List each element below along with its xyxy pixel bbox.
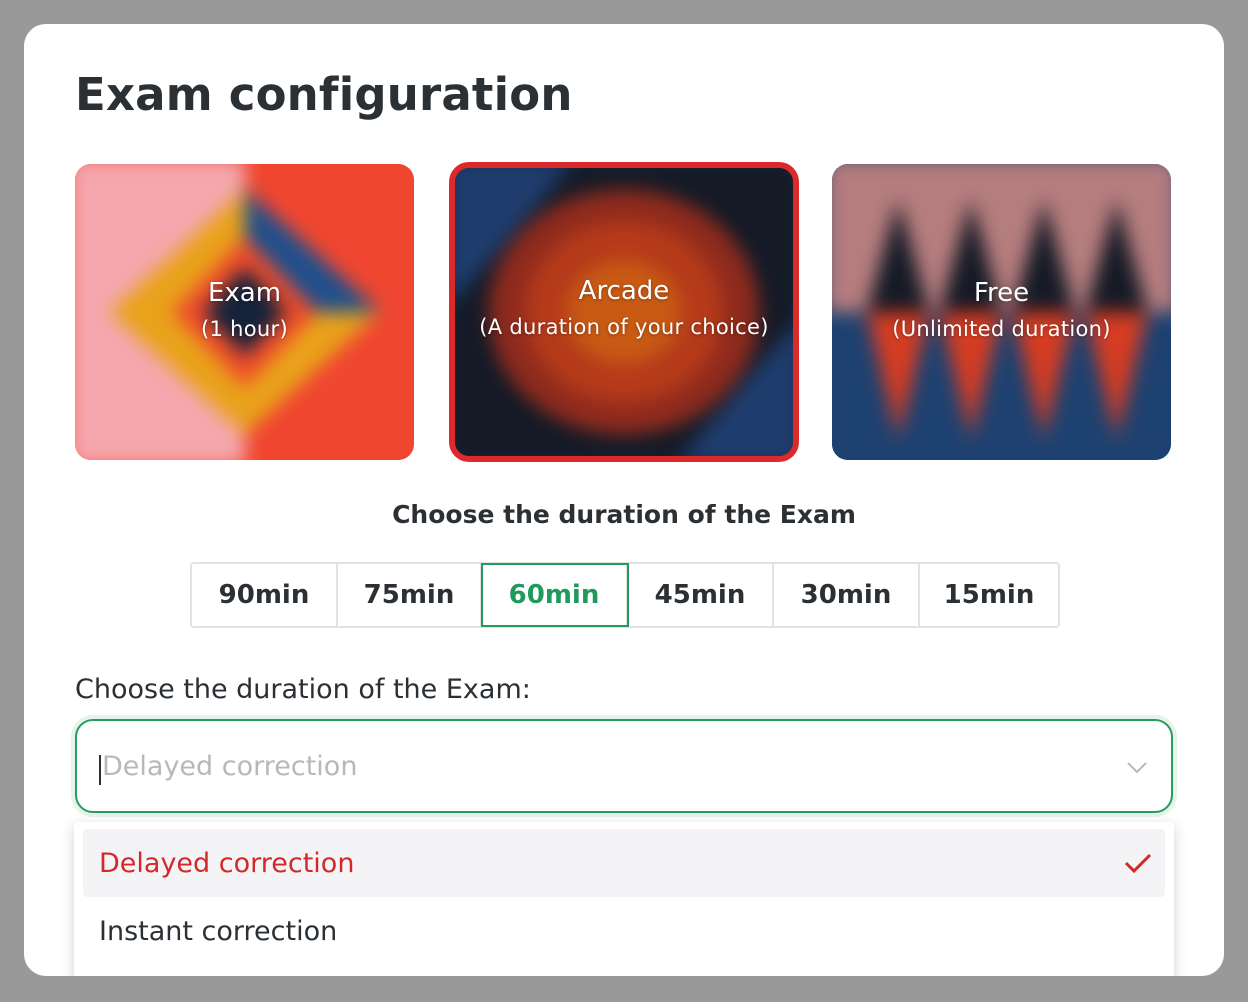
chevron-down-icon[interactable] [1125,755,1149,783]
check-icon [1123,851,1153,882]
mode-subtitle: (Unlimited duration) [892,317,1111,341]
mode-name: Free [973,278,1030,308]
correction-select-placeholder: Delayed correction [102,751,358,782]
duration-option-45min[interactable]: 45min [628,564,774,626]
duration-option-30min[interactable]: 30min [774,564,920,626]
mode-subtitle: (A duration of your choice) [479,315,769,339]
option-label: Delayed correction [99,847,355,879]
mode-name: Arcade [578,276,670,306]
duration-option-15min[interactable]: 15min [920,564,1058,626]
duration-option-75min[interactable]: 75min [338,564,482,626]
mode-card-free-text: Free (Unlimited duration) [832,276,1171,348]
mode-card-exam[interactable]: Exam (1 hour) [75,164,414,460]
text-cursor [99,755,101,785]
correction-select-label: Choose the duration of the Exam: [75,674,531,705]
duration-segmented-control: 90min 75min 60min 45min 30min 15min [190,562,1060,628]
mode-subtitle: (1 hour) [201,317,288,341]
duration-option-60min[interactable]: 60min [481,563,629,627]
exam-configuration-dialog: Exam configuration Exam (1 hour) Arcade … [24,24,1224,976]
duration-heading: Choose the duration of the Exam [392,500,856,529]
dialog-title: Exam configuration [75,68,573,121]
correction-option-delayed[interactable]: Delayed correction [83,829,1165,897]
mode-card-arcade[interactable]: Arcade (A duration of your choice) [449,162,799,462]
correction-dropdown-menu: Delayed correction Instant correction [74,822,1174,976]
option-label: Instant correction [99,915,338,947]
mode-card-free[interactable]: Free (Unlimited duration) [832,164,1171,460]
mode-card-exam-text: Exam (1 hour) [75,276,414,348]
duration-option-90min[interactable]: 90min [192,564,338,626]
correction-select[interactable]: Delayed correction [75,719,1173,813]
mode-name: Exam [207,278,282,308]
correction-option-instant[interactable]: Instant correction [83,897,1165,965]
mode-card-arcade-text: Arcade (A duration of your choice) [455,274,793,346]
